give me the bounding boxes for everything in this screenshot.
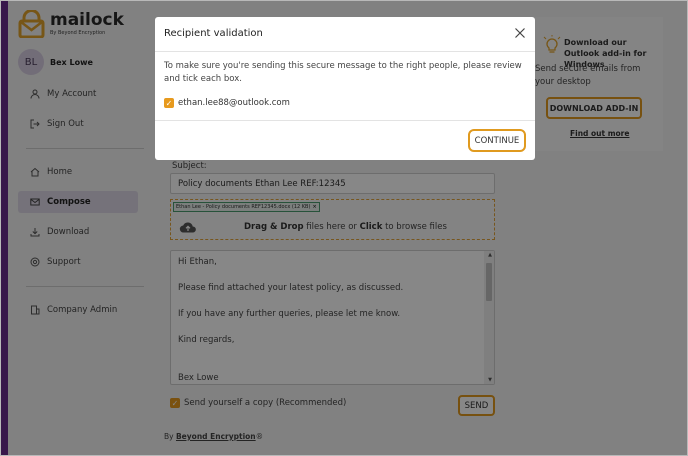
close-icon[interactable]: [513, 26, 527, 40]
recipient-validation-dialog: Recipient validation To make sure you're…: [155, 17, 535, 160]
dialog-header: Recipient validation: [155, 17, 535, 52]
dialog-title: Recipient validation: [164, 28, 263, 39]
recipient-email: ethan.lee88@outlook.com: [178, 98, 290, 108]
recipient-check-row[interactable]: ✓ ethan.lee88@outlook.com: [164, 98, 290, 108]
continue-button[interactable]: CONTINUE: [468, 129, 526, 152]
app-window: mailock By Beyond Encryption BL Bex Lowe…: [0, 0, 688, 456]
dialog-description: To make sure you're sending this secure …: [164, 61, 522, 84]
recipient-checkbox[interactable]: ✓: [164, 98, 174, 108]
dialog-footer-divider: [155, 120, 535, 121]
